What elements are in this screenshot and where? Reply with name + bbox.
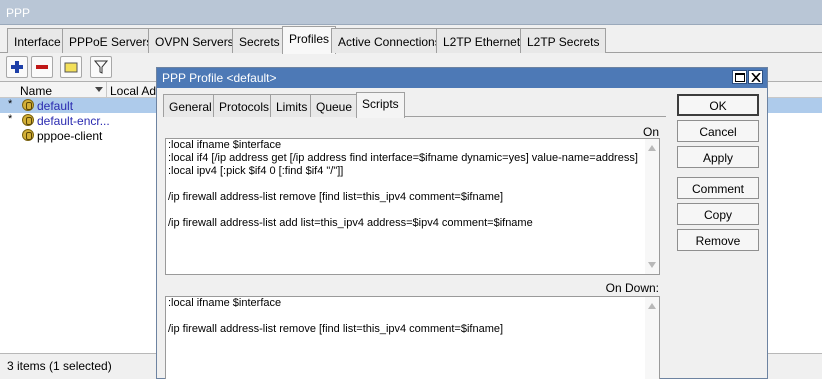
scroll-up-icon[interactable] [648, 145, 656, 151]
apply-button[interactable]: Apply [677, 146, 759, 168]
tab-general[interactable]: General [163, 94, 218, 117]
default-marker: * [8, 113, 13, 125]
main-tab-bar: Interface PPPoE Servers OVPN Servers Sec… [0, 25, 822, 54]
on-up-script-field[interactable]: :local ifname $interface :local if4 [/ip… [165, 138, 660, 275]
plus-icon [11, 61, 23, 73]
close-icon [751, 73, 761, 82]
tab-ovpn-servers[interactable]: OVPN Servers [148, 28, 241, 53]
scroll-down-icon[interactable] [648, 262, 656, 268]
on-down-label: On Down: [605, 281, 659, 295]
dialog-title[interactable]: PPP Profile <default> [157, 68, 767, 88]
copy-button[interactable]: Copy [677, 203, 759, 225]
profile-icon [22, 99, 34, 111]
profile-name: default [37, 99, 74, 113]
profile-name: pppoe-client [37, 129, 103, 143]
window-title: PPP [0, 0, 822, 25]
minus-icon [36, 65, 48, 69]
tab-profiles[interactable]: Profiles [282, 26, 337, 54]
profile-icon [22, 129, 34, 141]
column-name[interactable]: Name [20, 84, 52, 98]
note-icon [64, 62, 78, 73]
dialog-tab-bar: General Protocols Limits Queue Scripts [163, 92, 666, 118]
remove-button[interactable]: Remove [677, 229, 759, 251]
scrollbar[interactable] [645, 297, 659, 379]
tab-l2tp-secrets[interactable]: L2TP Secrets [520, 28, 607, 53]
maximize-icon [735, 73, 745, 82]
ppp-profile-dialog: PPP Profile <default> General Protocols … [156, 67, 768, 379]
tab-active-connections[interactable]: Active Connections [331, 28, 448, 53]
tab-pppoe-servers[interactable]: PPPoE Servers [62, 28, 160, 53]
scroll-up-icon[interactable] [648, 303, 656, 309]
sort-icon [95, 87, 103, 92]
column-local-address[interactable]: Local Ad [110, 84, 156, 98]
remove-button[interactable] [31, 56, 53, 78]
ok-button[interactable]: OK [677, 94, 759, 116]
scrollbar[interactable] [645, 139, 659, 274]
tab-protocols[interactable]: Protocols [213, 94, 276, 117]
on-down-script-field[interactable]: :local ifname $interface /ip firewall ad… [165, 296, 660, 379]
tab-limits[interactable]: Limits [270, 94, 314, 117]
item-count: 3 items (1 selected) [7, 359, 112, 373]
comment-button[interactable] [60, 56, 82, 78]
column-divider[interactable] [106, 82, 107, 98]
profile-icon [22, 114, 34, 126]
tab-interface[interactable]: Interface [7, 28, 68, 53]
add-button[interactable] [6, 56, 28, 78]
default-marker: * [8, 98, 13, 110]
maximize-button[interactable] [732, 70, 747, 84]
profile-name: default-encr... [37, 114, 110, 128]
tab-l2tp-ethernet[interactable]: L2TP Ethernet [436, 28, 528, 53]
comment-button[interactable]: Comment [677, 177, 759, 199]
on-up-script-text: :local ifname $interface :local if4 [/ip… [168, 139, 638, 229]
filter-icon [94, 60, 108, 74]
close-button[interactable] [748, 70, 763, 84]
on-down-script-text: :local ifname $interface /ip firewall ad… [168, 297, 504, 335]
tab-scripts[interactable]: Scripts [356, 92, 405, 118]
tab-secrets[interactable]: Secrets [232, 28, 287, 53]
cancel-button[interactable]: Cancel [677, 120, 759, 142]
filter-button[interactable] [90, 56, 112, 78]
tab-queue[interactable]: Queue [310, 94, 359, 117]
